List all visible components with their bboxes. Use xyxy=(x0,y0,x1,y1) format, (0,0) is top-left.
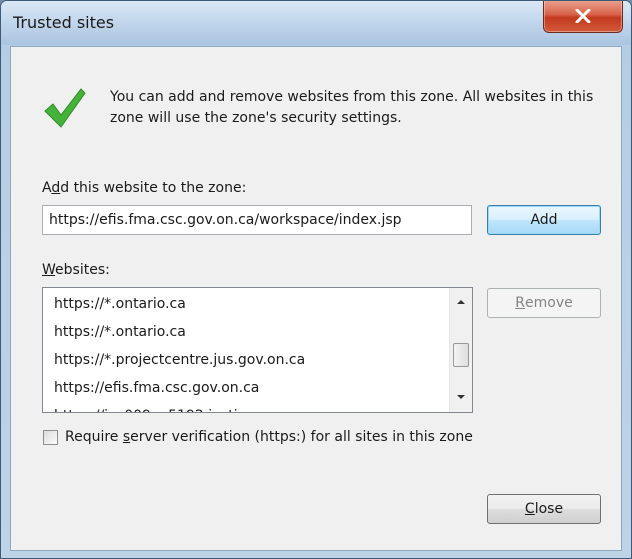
remove-button[interactable]: Remove xyxy=(487,288,601,318)
websites-list[interactable]: https://*.ontario.ca https://*.ontario.c… xyxy=(42,287,473,413)
close-icon xyxy=(575,9,591,23)
websites-label: Websites: xyxy=(42,262,110,278)
dialog-body: You can add and remove websites from thi… xyxy=(10,46,622,551)
list-scrollbar[interactable] xyxy=(449,288,472,412)
title-bar[interactable]: Trusted sites xyxy=(1,1,631,45)
close-window-button[interactable] xyxy=(543,1,623,33)
server-verification-label[interactable]: Require server verification (https:) for… xyxy=(65,429,473,445)
checkmark-icon xyxy=(44,88,86,128)
scroll-up-arrow-icon[interactable] xyxy=(455,298,467,306)
list-item[interactable]: https://*.projectcentre.jus.gov.on.ca xyxy=(54,346,326,374)
scroll-down-arrow-icon[interactable] xyxy=(455,393,467,401)
list-item[interactable]: https://*.ontario.ca xyxy=(54,290,326,318)
add-button[interactable]: Add xyxy=(487,205,601,235)
trusted-sites-dialog: Trusted sites You can add and remove web… xyxy=(0,0,632,559)
dialog-title: Trusted sites xyxy=(13,13,115,32)
list-item[interactable]: https://*.ontario.ca xyxy=(54,318,326,346)
add-website-label: Add this website to the zone: xyxy=(42,180,247,196)
zone-description: You can add and remove websites from thi… xyxy=(110,89,594,126)
close-button[interactable]: Close xyxy=(487,494,601,524)
server-verification-checkbox[interactable] xyxy=(43,430,58,445)
list-item[interactable]: https://jus009ae5192.justice.gov.on.ca xyxy=(54,402,326,412)
scroll-thumb[interactable] xyxy=(453,343,469,367)
website-url-input[interactable]: https://efis.fma.csc.gov.on.ca/workspace… xyxy=(42,205,472,235)
list-item[interactable]: https://efis.fma.csc.gov.on.ca xyxy=(54,374,326,402)
